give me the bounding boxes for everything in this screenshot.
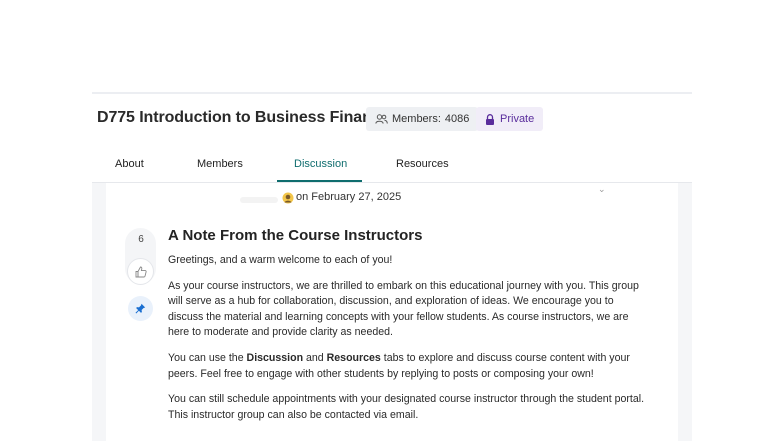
post-text: and	[303, 351, 327, 364]
post-date: on February 27, 2025	[296, 191, 402, 203]
content-gutter-right	[678, 183, 692, 441]
lock-icon	[486, 113, 494, 125]
tab-about[interactable]: About	[115, 158, 144, 170]
members-badge[interactable]: Members: 4086	[366, 107, 479, 131]
pin-button[interactable]	[128, 296, 153, 321]
resources-keyword: Resources	[326, 351, 381, 364]
author-name-placeholder	[240, 197, 278, 203]
post-title: A Note From the Course Instructors	[168, 227, 423, 244]
members-icon	[375, 114, 388, 124]
post-paragraph: You can use the Discussion and Resources…	[168, 351, 648, 382]
tab-resources[interactable]: Resources	[396, 158, 449, 170]
post-body: Greetings, and a warm welcome to each of…	[168, 253, 648, 433]
tab-discussion[interactable]: Discussion	[294, 158, 347, 170]
vote-count: 6	[138, 234, 144, 245]
post-paragraph: As your course instructors, we are thril…	[168, 279, 639, 339]
group-header: D775 Introduction to Business Finance	[97, 105, 389, 131]
post-text: You can use the	[168, 351, 247, 364]
author-avatar-icon[interactable]	[282, 192, 294, 204]
like-button[interactable]	[127, 258, 154, 285]
members-label: Members:	[392, 113, 441, 125]
group-title: D775 Introduction to Business Finance	[97, 109, 390, 126]
header-divider	[92, 92, 692, 94]
privacy-label: Private	[500, 113, 535, 125]
content-gutter-left	[92, 183, 106, 441]
privacy-badge: Private	[476, 107, 544, 131]
post-paragraph: You can still schedule appointments with…	[168, 393, 645, 421]
post-menu-fragment[interactable]: ⌄	[598, 184, 606, 195]
post-paragraph: Greetings, and a warm welcome to each of…	[168, 254, 393, 266]
pin-icon	[135, 303, 146, 314]
discussion-keyword: Discussion	[246, 351, 304, 364]
thumbs-up-icon	[135, 266, 147, 277]
tab-members[interactable]: Members	[197, 158, 243, 170]
members-count: 4086	[444, 113, 470, 125]
